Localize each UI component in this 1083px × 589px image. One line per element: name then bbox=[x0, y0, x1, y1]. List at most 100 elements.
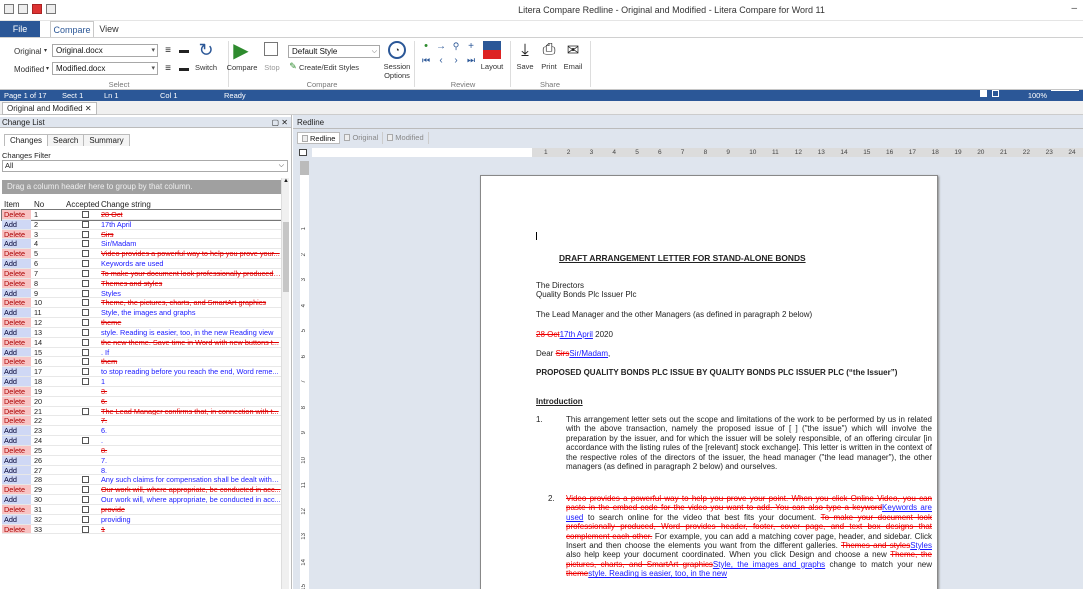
document-page[interactable]: DRAFT ARRANGEMENT LETTER FOR STAND-ALONE… bbox=[480, 175, 938, 589]
stop-icon[interactable] bbox=[264, 42, 278, 56]
table-row[interactable]: Delete 22 7. bbox=[2, 416, 282, 427]
tab-file[interactable]: File bbox=[0, 21, 40, 37]
table-row[interactable]: Delete 8 Themes and styles bbox=[2, 278, 282, 289]
group-by-area[interactable]: Drag a column header here to group by th… bbox=[2, 180, 282, 194]
table-row[interactable]: Add 28 Any such claims for compensation sh… bbox=[2, 475, 282, 486]
table-row[interactable]: Add 32 providing bbox=[2, 514, 282, 525]
tab-compare[interactable]: Compare bbox=[50, 21, 94, 37]
table-row[interactable]: Delete 7 To make your document look profes… bbox=[2, 268, 282, 279]
tab-view[interactable]: View bbox=[94, 21, 124, 37]
table-row[interactable]: Delete 33 1 bbox=[2, 524, 282, 535]
table-row[interactable]: Delete 12 theme bbox=[2, 318, 282, 328]
tab-changes[interactable]: Changes bbox=[4, 134, 49, 146]
accepted-checkbox[interactable] bbox=[82, 338, 89, 346]
accepted-checkbox[interactable] bbox=[82, 299, 89, 307]
switch-icon[interactable]: ↻ bbox=[196, 40, 216, 60]
session-options-icon[interactable]: ◔ bbox=[388, 41, 406, 59]
accepted-checkbox[interactable] bbox=[82, 220, 89, 228]
accepted-checkbox[interactable] bbox=[82, 368, 89, 376]
next-change-icon[interactable]: › bbox=[450, 54, 462, 66]
table-row[interactable]: Add 2 17th April bbox=[2, 219, 282, 230]
table-row[interactable]: Delete 31 provide bbox=[2, 504, 282, 515]
compare-play-icon[interactable]: ▶ bbox=[231, 40, 251, 62]
table-row[interactable]: Delete 10 Theme, the pictures, charts, and… bbox=[2, 298, 282, 309]
stop-button[interactable]: Stop bbox=[259, 63, 285, 72]
print-icon[interactable]: ⎙ bbox=[540, 41, 558, 59]
tab-redline[interactable]: Redline bbox=[297, 132, 341, 144]
accepted-checkbox[interactable] bbox=[82, 505, 89, 513]
column-change-string[interactable]: Change string bbox=[101, 200, 151, 210]
tab-original[interactable]: Original bbox=[340, 132, 384, 144]
ruler-toggle-button[interactable] bbox=[299, 149, 307, 156]
document-tab[interactable]: Original and Modified ✕ bbox=[2, 102, 97, 115]
changes-icon[interactable]: • bbox=[420, 40, 432, 52]
accepted-checkbox[interactable] bbox=[82, 211, 89, 218]
view-mode-icon[interactable] bbox=[992, 90, 999, 97]
table-row[interactable]: Add 24. bbox=[2, 436, 282, 446]
table-row[interactable]: Delete 5 Video provides a powerful way to … bbox=[2, 249, 282, 260]
accepted-checkbox[interactable] bbox=[82, 319, 89, 327]
modified-file-select[interactable]: Modified.docx ▾ bbox=[52, 62, 158, 75]
table-row[interactable]: Delete 14 the new theme. Save time in Word… bbox=[2, 337, 282, 348]
layout-button[interactable]: Layout bbox=[478, 62, 506, 71]
minimize-button[interactable]: – bbox=[1071, 3, 1077, 14]
changes-filter-select[interactable]: All ⌵ bbox=[2, 160, 288, 172]
table-row[interactable]: Delete 1 28 Oct bbox=[1, 209, 283, 221]
table-row[interactable]: Add 15 . If bbox=[2, 347, 282, 358]
tab-search[interactable]: Search bbox=[47, 134, 85, 146]
table-row[interactable]: Add 23 6. bbox=[2, 426, 282, 437]
view-mode-icon[interactable] bbox=[980, 90, 987, 97]
original-file-select[interactable]: Original.docx ▾ bbox=[52, 44, 158, 57]
accepted-checkbox[interactable] bbox=[82, 328, 89, 336]
accepted-checkbox[interactable] bbox=[82, 407, 89, 415]
accepted-checkbox[interactable] bbox=[82, 378, 89, 386]
layout-icon[interactable] bbox=[483, 41, 501, 59]
column-no[interactable]: No bbox=[34, 200, 44, 210]
next-arrow-icon[interactable]: → bbox=[435, 40, 447, 52]
table-row[interactable]: Add 18 1 bbox=[2, 377, 282, 387]
original-folder-icon[interactable]: ▬ bbox=[178, 44, 190, 57]
accepted-checkbox[interactable] bbox=[82, 525, 89, 533]
close-icon[interactable]: ✕ bbox=[85, 104, 92, 113]
column-item[interactable]: Item bbox=[4, 200, 20, 210]
compare-button[interactable]: Compare bbox=[226, 63, 258, 72]
scrollbar-thumb[interactable] bbox=[283, 222, 289, 292]
table-row[interactable]: Add 6 Keywords are used bbox=[2, 259, 282, 269]
table-row[interactable]: Delete 20 6. bbox=[2, 396, 282, 407]
email-icon[interactable]: ✉ bbox=[564, 41, 582, 59]
last-change-icon[interactable]: ⏭ bbox=[465, 54, 477, 66]
table-row[interactable]: Delete 29 Our work will, where appropriate… bbox=[2, 485, 282, 496]
accepted-checkbox[interactable] bbox=[82, 289, 89, 297]
tab-modified[interactable]: Modified bbox=[383, 132, 429, 144]
table-row[interactable]: Delete 25 8. bbox=[2, 445, 282, 456]
scroll-up-icon[interactable]: ▲ bbox=[282, 178, 290, 184]
previous-change-icon[interactable]: ‹ bbox=[435, 54, 447, 66]
first-change-icon[interactable]: ⏮ bbox=[420, 54, 432, 66]
accepted-checkbox[interactable] bbox=[82, 230, 89, 238]
table-row[interactable]: Delete 16 them bbox=[2, 357, 282, 368]
table-row[interactable]: Add 11 Style, the images and graphs bbox=[2, 308, 282, 319]
accepted-checkbox[interactable] bbox=[82, 358, 89, 366]
original-options-icon[interactable]: ≡ bbox=[162, 44, 174, 57]
table-row[interactable]: Delete 3 Sirs bbox=[2, 229, 282, 240]
table-row[interactable]: Add 9 Styles bbox=[2, 288, 282, 299]
change-list-scrollbar[interactable]: ▲ bbox=[281, 178, 289, 589]
table-row[interactable]: Add 13 style. Reading is easier, too, in t… bbox=[2, 327, 282, 338]
table-row[interactable]: Add 30 Our work will, where appropriate, b… bbox=[2, 495, 282, 505]
accepted-checkbox[interactable] bbox=[82, 279, 89, 287]
accepted-checkbox[interactable] bbox=[82, 309, 89, 317]
accepted-checkbox[interactable] bbox=[82, 437, 89, 445]
table-row[interactable]: Delete 19 3. bbox=[2, 386, 282, 397]
accepted-checkbox[interactable] bbox=[82, 486, 89, 494]
accepted-checkbox[interactable] bbox=[82, 269, 89, 277]
create-edit-styles-button[interactable]: Create/Edit Styles bbox=[299, 63, 361, 72]
accepted-checkbox[interactable] bbox=[82, 515, 89, 523]
accepted-checkbox[interactable] bbox=[82, 348, 89, 356]
print-button[interactable]: Print bbox=[537, 62, 561, 71]
email-button[interactable]: Email bbox=[561, 62, 585, 71]
modified-dropdown-icon[interactable]: ▾ bbox=[46, 65, 49, 72]
table-row[interactable]: Add 26 7. bbox=[2, 455, 282, 466]
column-accepted[interactable]: Accepted bbox=[66, 200, 99, 210]
table-row[interactable]: Add 17 to stop reading before you reach th… bbox=[2, 367, 282, 378]
plus-icon[interactable]: + bbox=[465, 40, 477, 52]
